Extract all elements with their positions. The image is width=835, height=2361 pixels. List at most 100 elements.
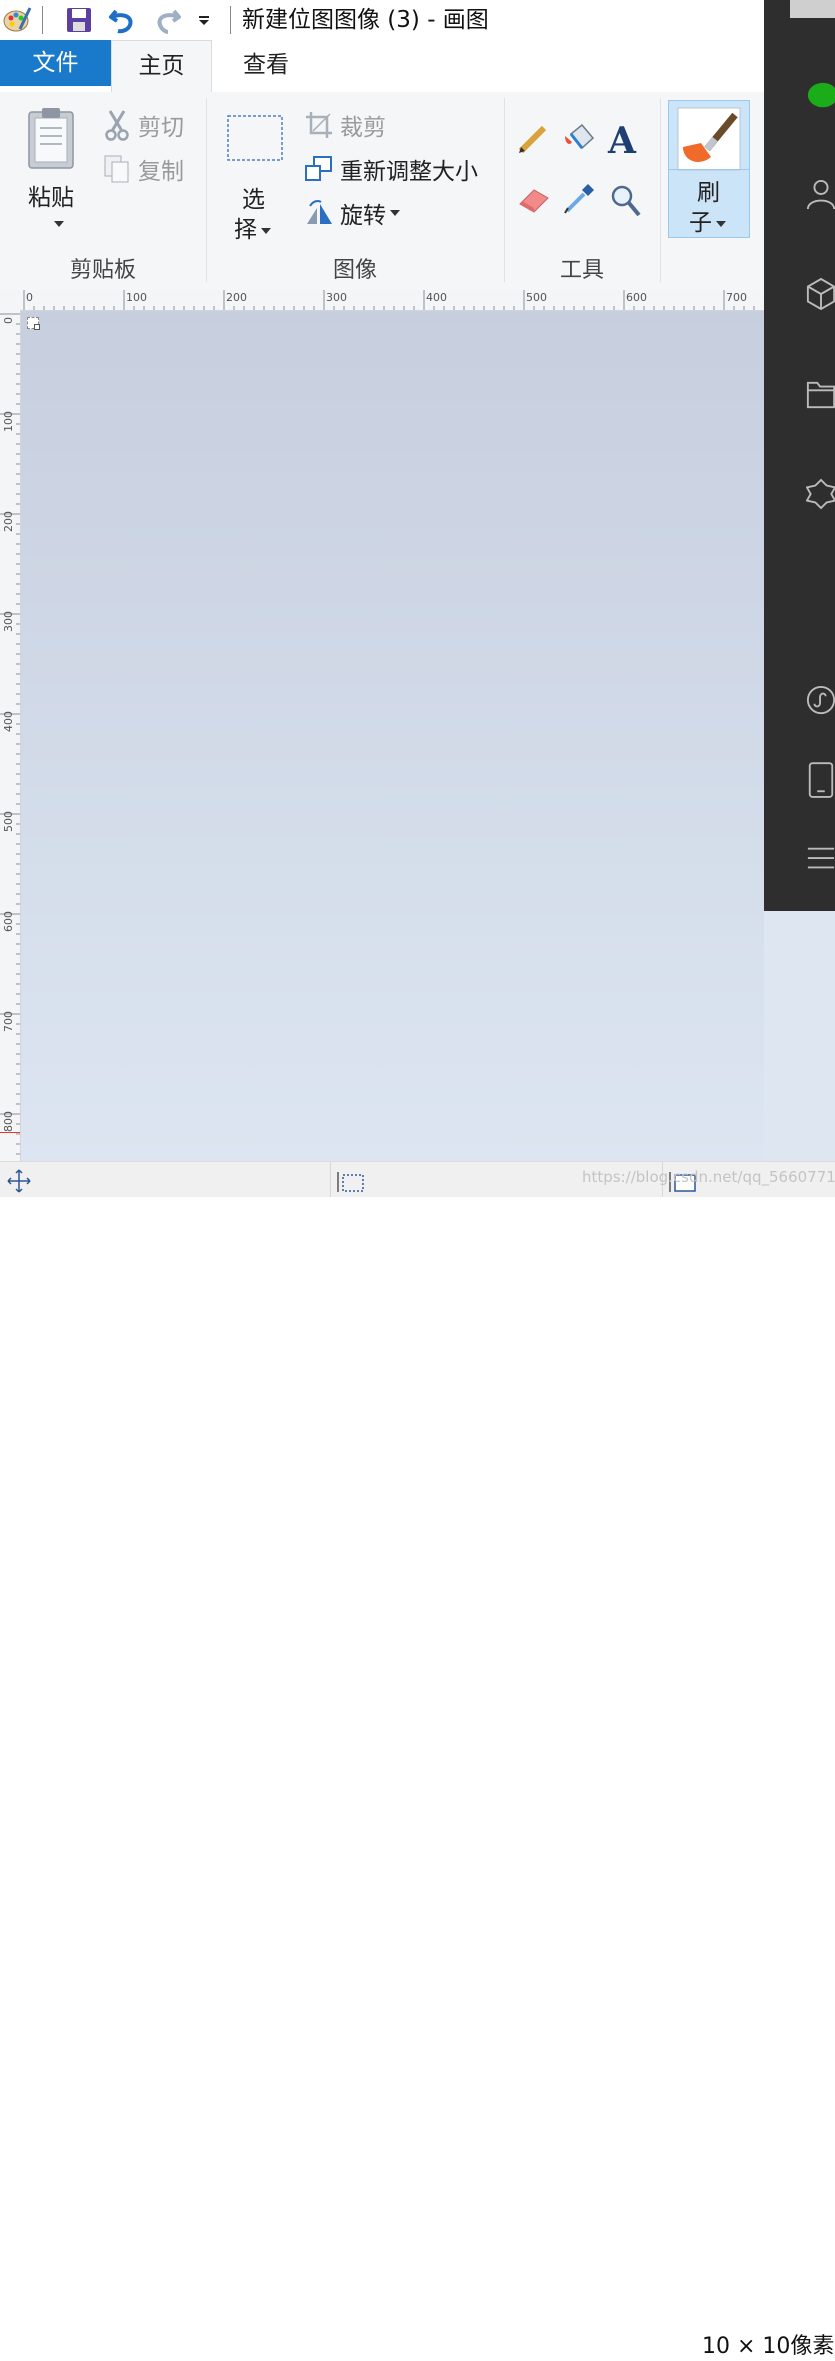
tools-group-label: 工具 (559, 258, 604, 283)
watermark: https://blog.csdn.net/qq_56607719 (582, 1168, 835, 1186)
eraser-tool[interactable] (516, 184, 552, 220)
h-ruler-label: 500 (526, 291, 547, 304)
selection-rect-icon (227, 115, 283, 161)
cut-button[interactable]: 剪切 (102, 108, 184, 142)
h-ruler-label: 300 (326, 291, 347, 304)
rotate-icon (307, 200, 332, 224)
clipboard-group-label: 剪贴板 (69, 258, 136, 283)
customize-quick-access-button[interactable] (194, 4, 214, 36)
paint-app-icon[interactable] (0, 4, 34, 36)
brushes-dropdown[interactable]: 子 (689, 203, 726, 237)
undo-button[interactable] (106, 4, 140, 36)
paste-label[interactable]: 粘贴 (28, 178, 74, 212)
v-ruler-label: 500 (2, 811, 15, 832)
chevron-down-icon (390, 210, 400, 216)
save-icon (67, 8, 91, 32)
h-ruler-label: 200 (226, 291, 247, 304)
moments-icon[interactable] (806, 476, 835, 512)
crop-icon (306, 112, 332, 138)
clipboard-icon (28, 108, 74, 169)
undo-icon (109, 9, 133, 34)
eraser-icon (519, 189, 549, 213)
folder-icon[interactable] (806, 376, 835, 412)
resize-button[interactable]: 重新调整大小 (304, 152, 478, 186)
color-picker-tool[interactable] (562, 182, 596, 222)
brush-icon (677, 107, 741, 171)
selection-size-icon (336, 1170, 366, 1198)
title-bar: 新建位图图像 (3) - 画图 (0, 0, 764, 40)
crop-label: 裁剪 (340, 115, 386, 141)
mini-program-icon[interactable] (806, 682, 835, 718)
rotate-button[interactable]: 旋转 (304, 196, 400, 230)
v-ruler-label: 300 (2, 611, 15, 632)
cut-label: 剪切 (138, 115, 184, 141)
canvas-workspace-extension[interactable] (764, 911, 835, 1161)
redo-button[interactable] (150, 4, 184, 36)
chevron-down-icon (54, 220, 64, 227)
copy-button[interactable]: 复制 (102, 152, 184, 186)
copy-icon (104, 155, 129, 183)
avatar[interactable] (790, 0, 835, 18)
resize-icon (305, 156, 332, 181)
eyedropper-icon (564, 184, 594, 214)
h-ruler-label: 600 (626, 291, 647, 304)
brushes-button[interactable]: 刷 子 (668, 100, 750, 238)
dropdown-arrow-icon (199, 16, 209, 25)
select-dropdown[interactable]: 择 (234, 210, 271, 244)
text-tool[interactable]: A (608, 120, 636, 162)
contacts-icon[interactable] (806, 176, 835, 212)
select-button[interactable] (226, 114, 284, 168)
h-ruler-label: 100 (126, 291, 147, 304)
vertical-ruler: 0 100 200 300 400 500 600 700 800 (0, 310, 21, 1161)
cursor-position-icon (6, 1168, 32, 1198)
tab-file[interactable]: 文件 (0, 40, 111, 86)
redo-icon (157, 9, 181, 34)
pencil-tool[interactable] (516, 122, 550, 162)
v-ruler-label: 800 (2, 1111, 15, 1132)
paste-dropdown[interactable] (50, 210, 64, 236)
scissors-icon (105, 110, 129, 141)
v-ruler-label: 400 (2, 711, 15, 732)
v-ruler-label: 700 (2, 1011, 15, 1032)
v-ruler-label: 0 (2, 317, 15, 324)
brushes-label-2: 子 (689, 210, 712, 236)
menu-icon[interactable] (806, 840, 835, 876)
image-group-label: 图像 (332, 258, 377, 283)
magnifier-tool[interactable] (610, 184, 642, 224)
crop-button[interactable]: 裁剪 (304, 108, 386, 142)
window-title: 新建位图图像 (3) - 画图 (242, 7, 489, 33)
rotate-label: 旋转 (340, 203, 386, 229)
v-ruler-label: 600 (2, 911, 15, 932)
paint-bucket-icon (565, 123, 595, 150)
select-label-1[interactable]: 选 (242, 180, 265, 214)
v-ruler-label: 100 (2, 411, 15, 432)
canvas-workspace[interactable] (21, 311, 764, 1161)
tab-view[interactable]: 查看 (216, 40, 316, 92)
h-ruler-label: 400 (426, 291, 447, 304)
ribbon: 粘贴 剪切 复制 剪贴板 选 择 裁剪 重新调整大小 旋转 图像 A 工具 刷 … (0, 92, 764, 291)
pencil-icon (518, 125, 547, 154)
h-ruler-label: 0 (26, 291, 33, 304)
cube-icon[interactable] (806, 276, 835, 312)
chevron-down-icon (261, 227, 271, 234)
save-button[interactable] (62, 4, 96, 36)
horizontal-ruler: 0 100 200 300 400 500 600 700 (20, 290, 764, 311)
side-panel (764, 0, 835, 911)
resize-label: 重新调整大小 (340, 159, 478, 185)
paste-button[interactable] (24, 106, 82, 176)
fill-tool[interactable] (562, 122, 596, 162)
ruler-corner (0, 290, 20, 310)
v-ruler-label: 200 (2, 511, 15, 532)
copy-label: 复制 (138, 159, 184, 185)
image-size-text: 10 × 10像素 (702, 2334, 835, 2359)
resize-handle[interactable] (34, 324, 40, 330)
magnifier-icon (611, 185, 641, 217)
select-label-2: 择 (234, 217, 257, 243)
phone-icon[interactable] (806, 762, 835, 798)
brushes-label-1: 刷 (697, 180, 720, 206)
chat-icon[interactable] (806, 78, 835, 114)
text-a-icon: A (608, 120, 636, 162)
ribbon-tabs: 文件 主页 查看 (0, 40, 764, 93)
chevron-down-icon (716, 220, 726, 227)
tab-home[interactable]: 主页 (111, 40, 212, 93)
